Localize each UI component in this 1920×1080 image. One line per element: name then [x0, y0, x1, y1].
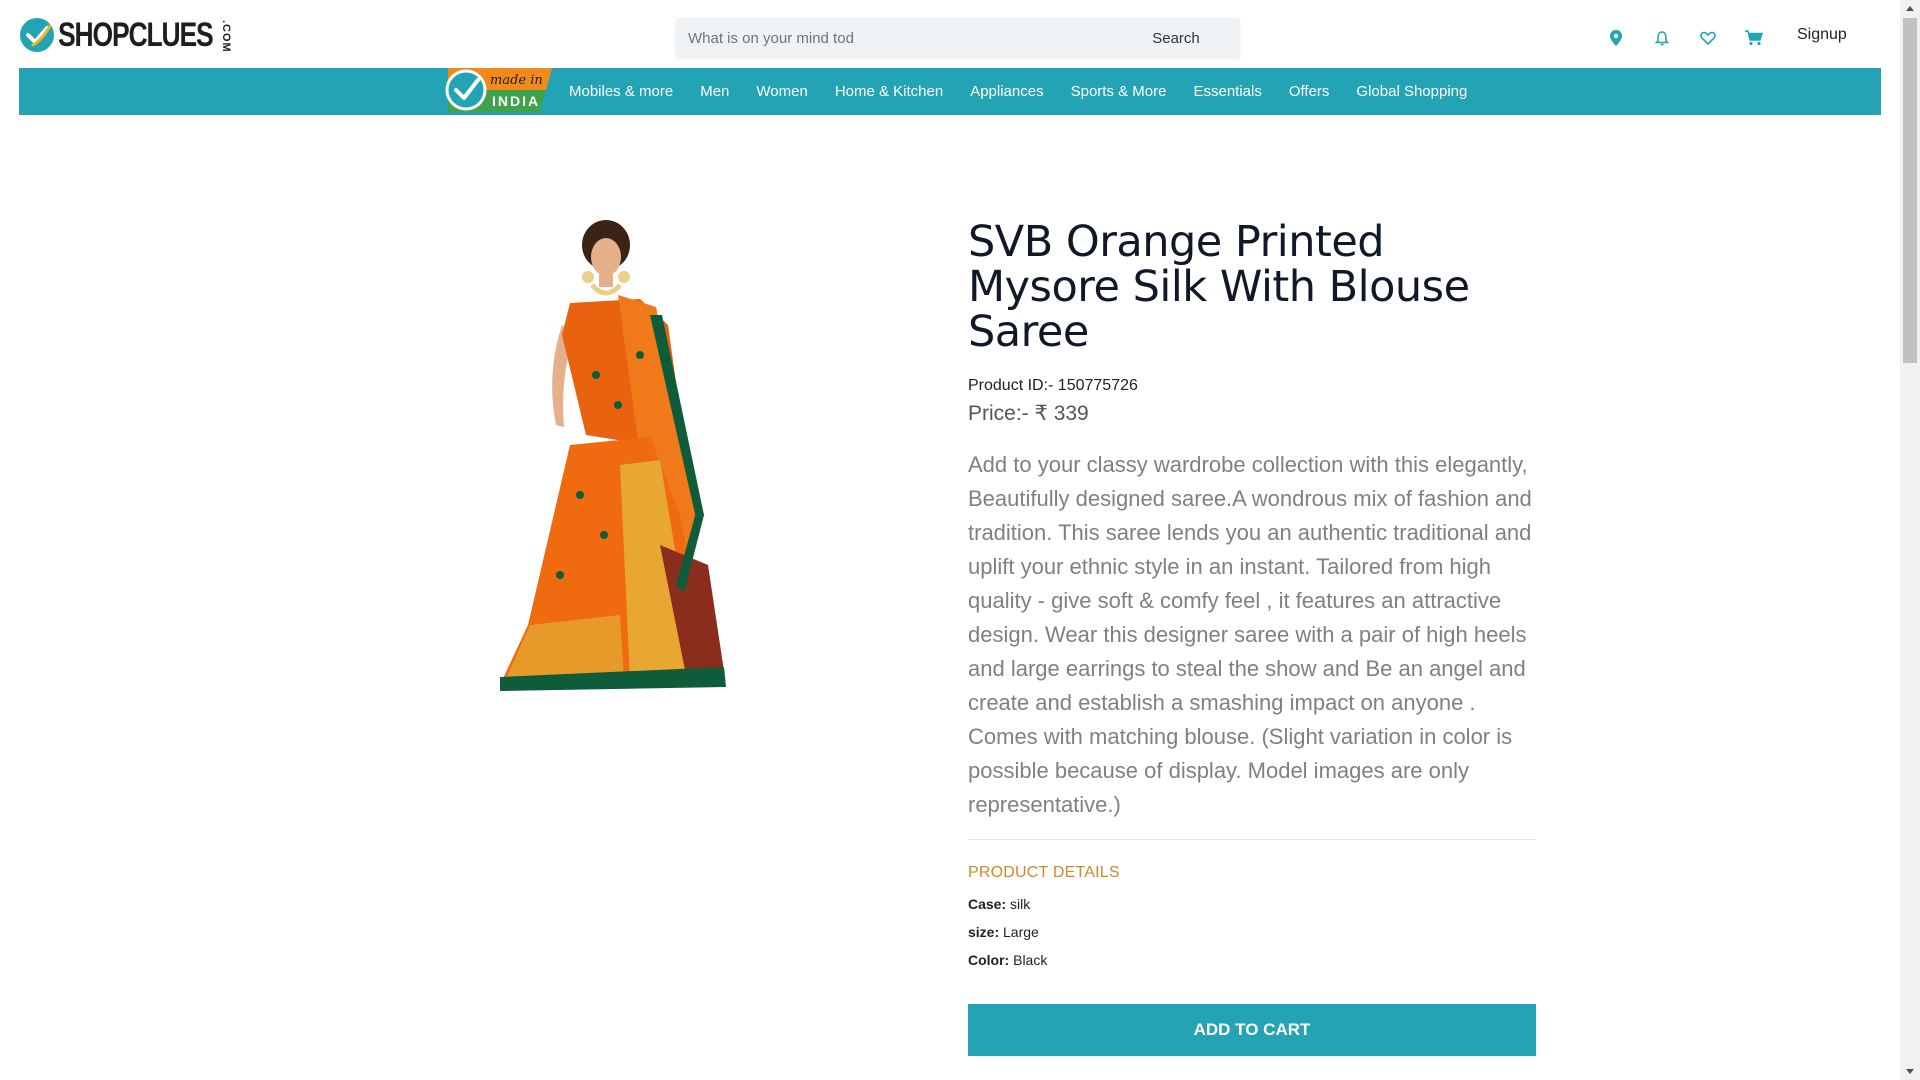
scroll-up-arrow-icon[interactable] — [1900, 0, 1920, 17]
search-input[interactable] — [676, 18, 866, 58]
nav-item-men[interactable]: Men — [700, 83, 729, 100]
spec-label: size: — [968, 924, 1000, 940]
spec-value: Large — [999, 924, 1039, 940]
nav-item-mobiles[interactable]: Mobiles & more — [569, 83, 673, 100]
site-header: SHOPCLUES .COM Search — [0, 0, 1900, 68]
bell-icon[interactable] — [1650, 26, 1674, 50]
made-in-india-badge[interactable]: made in INDIA — [428, 68, 552, 112]
location-pin-icon[interactable] — [1604, 26, 1628, 50]
product-details-panel: SVB Orange Printed Mysore Silk With Blou… — [968, 220, 1536, 1056]
add-to-cart-button[interactable]: ADD TO CART — [968, 1004, 1536, 1056]
product-details-heading: PRODUCT DETAILS — [968, 864, 1120, 881]
nav-item-offers[interactable]: Offers — [1289, 83, 1330, 100]
badge-text-bottom: INDIA — [492, 93, 540, 109]
nav-items: Mobiles & more Men Women Home & Kitchen … — [549, 68, 1474, 115]
search-bar: Search — [676, 18, 1240, 58]
divider — [968, 839, 1536, 840]
spec-color: Color: Black — [968, 952, 1536, 968]
nav-item-essentials[interactable]: Essentials — [1193, 83, 1261, 100]
product-description: Add to your classy wardrobe collection w… — [968, 452, 1532, 817]
scrollbar-thumb[interactable] — [1903, 18, 1917, 363]
spec-value: silk — [1006, 896, 1031, 912]
product-price: Price:- ₹ 339 — [968, 402, 1089, 425]
nav-item-home-kitchen[interactable]: Home & Kitchen — [835, 83, 943, 100]
spec-label: Case: — [968, 896, 1007, 912]
scroll-down-arrow-icon[interactable] — [1900, 1063, 1920, 1080]
spec-value: Black — [1009, 952, 1048, 968]
category-nav: made in INDIA Mobiles & more Men Women H… — [19, 68, 1881, 115]
nav-item-sports[interactable]: Sports & More — [1071, 83, 1167, 100]
badge-text-top: made in — [490, 73, 543, 88]
product-id: Product ID:- 150775726 — [968, 377, 1138, 394]
shopclues-logo[interactable]: SHOPCLUES .COM — [20, 16, 256, 54]
header-icons — [1604, 26, 1788, 50]
product-title: SVB Orange Printed Mysore Silk With Blou… — [968, 217, 1470, 357]
signup-link[interactable]: Signup — [1797, 26, 1847, 44]
cart-icon[interactable] — [1742, 26, 1766, 50]
spec-case: Case: silk — [968, 896, 1536, 912]
spec-label: Color: — [968, 952, 1010, 968]
logo-wordmark: SHOPCLUES — [58, 16, 214, 54]
nav-item-appliances[interactable]: Appliances — [970, 83, 1043, 100]
page-scrollbar[interactable] — [1900, 0, 1920, 1080]
search-button[interactable]: Search — [1112, 18, 1240, 58]
check-logo-icon — [20, 18, 54, 52]
nav-item-global-shopping[interactable]: Global Shopping — [1356, 83, 1467, 100]
nav-item-women[interactable]: Women — [756, 83, 807, 100]
spec-size: size: Large — [968, 924, 1536, 940]
heart-icon[interactable] — [1696, 26, 1720, 50]
product-image[interactable] — [500, 215, 800, 695]
logo-suffix: .COM — [220, 20, 232, 53]
